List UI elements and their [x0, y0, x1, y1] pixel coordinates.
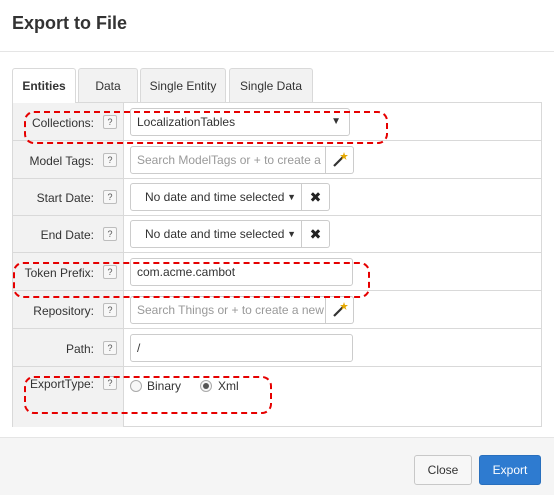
start-date-picker[interactable]: No date and time selected ▼: [130, 183, 302, 211]
caret-down-icon: ▼: [287, 229, 296, 239]
dialog-header: Export to File: [0, 0, 554, 52]
repository-label: Repository:: [33, 304, 94, 318]
radio-xml[interactable]: [200, 380, 212, 392]
end-date-label: End Date:: [40, 228, 94, 242]
tab-single-entity[interactable]: Single Entity: [140, 68, 226, 102]
radio-binary[interactable]: [130, 380, 142, 392]
collections-label: Collections:: [31, 116, 94, 130]
close-button[interactable]: Close: [414, 455, 472, 485]
row-export-type: ExportType: ? Binary Xml: [13, 367, 541, 427]
magic-wand-button[interactable]: [326, 296, 354, 324]
label-cell: Collections: ?: [13, 103, 124, 140]
caret-down-icon: ▼: [331, 116, 341, 127]
tab-single-data[interactable]: Single Data: [229, 68, 313, 102]
label-cell: End Date: ?: [13, 216, 124, 252]
collections-value: LocalizationTables: [137, 115, 236, 129]
token-prefix-label: Token Prefix:: [24, 266, 94, 280]
tab-bar: Entities Data Single Entity Single Data: [12, 68, 542, 103]
row-path: Path: ? /: [13, 329, 541, 367]
row-start-date: Start Date: ? No date and time selected …: [13, 179, 541, 216]
label-cell: Token Prefix: ?: [13, 253, 124, 290]
label-cell: Model Tags: ?: [13, 141, 124, 178]
start-date-value: No date and time selected: [145, 190, 285, 204]
end-date-picker[interactable]: No date and time selected ▼: [130, 220, 302, 248]
help-icon[interactable]: ?: [103, 265, 117, 279]
dialog-footer: Close Export: [0, 437, 554, 495]
row-repository: Repository: ? Search Things or + to crea…: [13, 291, 541, 329]
export-type-label: ExportType:: [29, 377, 94, 391]
label-cell: ExportType: ?: [13, 367, 124, 427]
help-icon[interactable]: ?: [103, 341, 117, 355]
end-date-value: No date and time selected: [145, 227, 285, 241]
help-icon[interactable]: ?: [103, 376, 117, 390]
path-label: Path:: [65, 342, 94, 356]
help-icon[interactable]: ?: [103, 303, 117, 317]
tab-data[interactable]: Data: [78, 68, 138, 102]
form-panel: Collections: ? LocalizationTables ▼ Mode…: [12, 102, 542, 427]
row-end-date: End Date: ? No date and time selected ▼ …: [13, 216, 541, 253]
tab-entities[interactable]: Entities: [12, 68, 76, 103]
row-collections: Collections: ? LocalizationTables ▼: [13, 103, 541, 141]
dialog-title: Export to File: [12, 13, 128, 33]
magic-wand-icon: [333, 302, 348, 317]
label-cell: Repository: ?: [13, 291, 124, 328]
label-cell: Path: ?: [13, 329, 124, 366]
help-icon[interactable]: ?: [103, 153, 117, 167]
end-date-clear-button[interactable]: ✖: [302, 220, 330, 248]
start-date-label: Start Date:: [36, 191, 94, 205]
help-icon[interactable]: ?: [103, 227, 117, 241]
help-icon[interactable]: ?: [103, 190, 117, 204]
row-token-prefix: Token Prefix: ? com.acme.cambot: [13, 253, 541, 291]
magic-wand-icon: [333, 152, 348, 167]
collections-select[interactable]: LocalizationTables ▼: [130, 108, 350, 136]
radio-xml-label[interactable]: Xml: [218, 379, 239, 393]
model-tags-input[interactable]: Search ModelTags or + to create a: [130, 146, 326, 174]
radio-binary-label[interactable]: Binary: [147, 379, 181, 393]
model-tags-label: Model Tags:: [29, 154, 94, 168]
start-date-clear-button[interactable]: ✖: [302, 183, 330, 211]
path-input[interactable]: /: [130, 334, 353, 362]
row-model-tags: Model Tags: ? Search ModelTags or + to c…: [13, 141, 541, 179]
export-button[interactable]: Export: [479, 455, 541, 485]
repository-input[interactable]: Search Things or + to create a new: [130, 296, 326, 324]
caret-down-icon: ▼: [287, 192, 296, 202]
help-icon[interactable]: ?: [103, 115, 117, 129]
magic-wand-button[interactable]: [326, 146, 354, 174]
token-prefix-input[interactable]: com.acme.cambot: [130, 258, 353, 286]
label-cell: Start Date: ?: [13, 179, 124, 215]
